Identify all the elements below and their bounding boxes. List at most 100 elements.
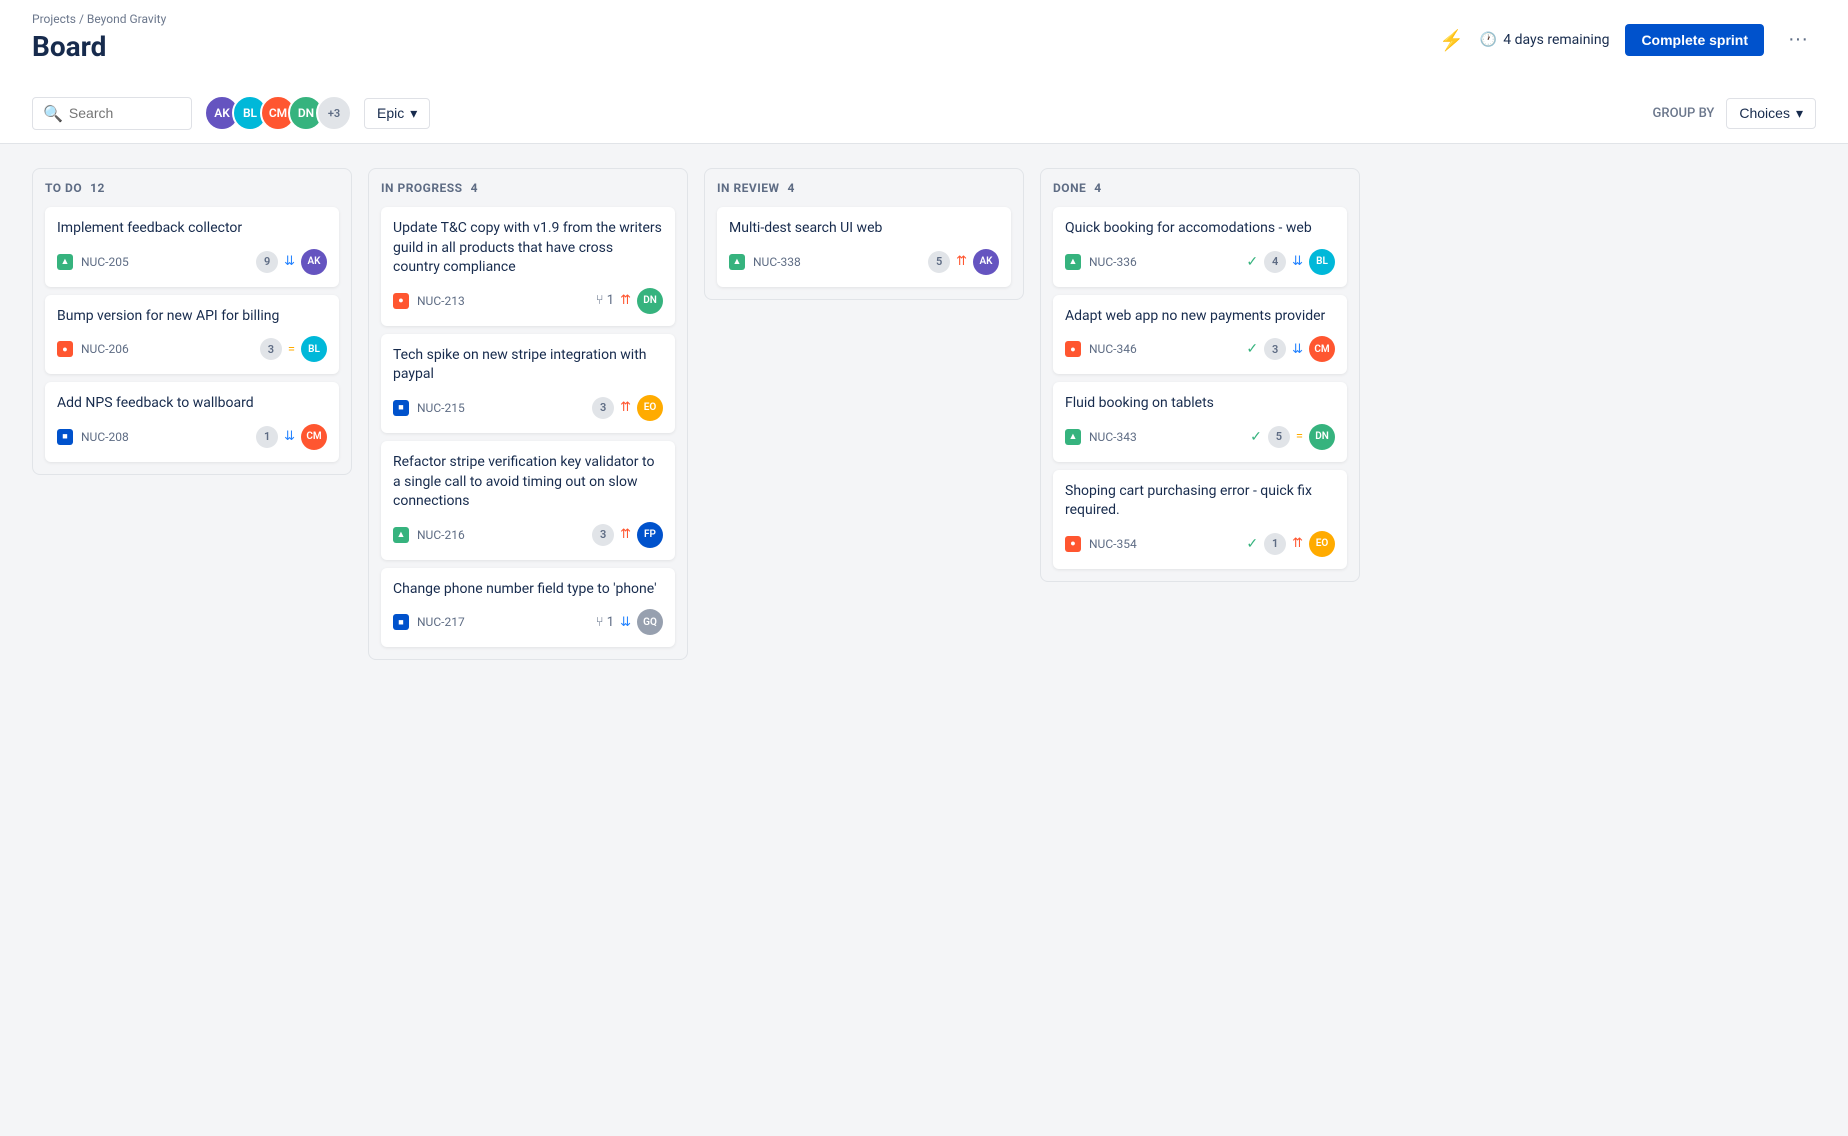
card[interactable]: Fluid booking on tablets ▲NUC-343 ✓ 5 = DN: [1053, 382, 1347, 462]
story-points: 9: [256, 251, 278, 273]
issue-id: NUC-216: [417, 528, 465, 542]
card[interactable]: Shoping cart purchasing error - quick fi…: [1053, 470, 1347, 569]
issue-type-icon: ■: [57, 429, 73, 445]
complete-sprint-button[interactable]: Complete sprint: [1625, 24, 1764, 56]
card-title: Change phone number field type to 'phone…: [393, 580, 663, 600]
priority-low-icon: ⇊: [620, 615, 631, 630]
card-meta-right: ⑂ 1⇈DN: [596, 288, 663, 314]
card-title: Quick booking for accomodations - web: [1065, 219, 1335, 239]
card[interactable]: Implement feedback collector ▲NUC-205 9⇊…: [45, 207, 339, 287]
assignee-avatar: EO: [1309, 531, 1335, 557]
column-label: TO DO: [45, 181, 82, 195]
card-meta-right: ⑂ 1⇊GQ: [596, 609, 663, 635]
issue-id: NUC-346: [1089, 342, 1137, 356]
assignee-avatar: CM: [1309, 336, 1335, 362]
card-footer: ■NUC-215 3⇈EO: [393, 395, 663, 421]
card-title: Tech spike on new stripe integration wit…: [393, 346, 663, 385]
card-meta-left: ▲ NUC-216: [393, 527, 465, 543]
epic-filter-button[interactable]: Epic ▾: [364, 98, 430, 129]
card-footer: ●NUC-206 3=BL: [57, 336, 327, 362]
column-header-done: DONE 4: [1053, 181, 1347, 195]
card-meta-left: ●NUC-354: [1065, 536, 1137, 552]
card-title: Implement feedback collector: [57, 219, 327, 239]
story-points: 1: [1264, 533, 1286, 555]
issue-id: NUC-217: [417, 615, 465, 629]
card[interactable]: Refactor stripe verification key validat…: [381, 441, 675, 560]
card-title: Add NPS feedback to wallboard: [57, 394, 327, 414]
column-count: 4: [788, 181, 795, 195]
card-footer: ▲NUC-205 9⇊AK: [57, 249, 327, 275]
assignee-avatar: BL: [1309, 249, 1335, 275]
issue-type-icon: ●: [1065, 341, 1081, 357]
column-inprogress: IN PROGRESS 4 Update T&C copy with v1.9 …: [368, 168, 688, 660]
priority-medium-icon: =: [1296, 429, 1303, 444]
avatars-group: AK BL CM DN +3: [204, 95, 352, 131]
card[interactable]: Quick booking for accomodations - web ▲N…: [1053, 207, 1347, 287]
card-meta-right: 3=BL: [260, 336, 327, 362]
card-footer: ●NUC-354 ✓ 1 ⇈ EO: [1065, 531, 1335, 557]
issue-id: NUC-208: [81, 430, 129, 444]
branch-icon: ⑂ 1: [596, 615, 614, 630]
avatar-overflow[interactable]: +3: [316, 95, 352, 131]
card-meta-right: 1⇊CM: [256, 424, 327, 450]
priority-low-icon: ⇊: [284, 429, 295, 444]
column-count: 12: [90, 181, 105, 195]
story-points: 3: [592, 397, 614, 419]
assignee-avatar: BL: [301, 336, 327, 362]
card[interactable]: Adapt web app no new payments provider ●…: [1053, 295, 1347, 375]
branch-icon: ⑂ 1: [596, 293, 614, 308]
check-icon: ✓: [1246, 341, 1258, 357]
check-icon: ✓: [1250, 429, 1262, 445]
assignee-avatar: DN: [637, 288, 663, 314]
card[interactable]: Update T&C copy with v1.9 from the write…: [381, 207, 675, 326]
card[interactable]: Tech spike on new stripe integration wit…: [381, 334, 675, 433]
search-input[interactable]: [69, 105, 181, 121]
search-box[interactable]: 🔍: [32, 97, 192, 130]
column-label: IN REVIEW: [717, 181, 780, 195]
card-meta-left: ▲NUC-343: [1065, 429, 1137, 445]
more-options-button[interactable]: ···: [1780, 24, 1816, 55]
story-points: 3: [1264, 338, 1286, 360]
column-label: IN PROGRESS: [381, 181, 463, 195]
card-footer: ■NUC-217 ⑂ 1⇊GQ: [393, 609, 663, 635]
card[interactable]: Change phone number field type to 'phone…: [381, 568, 675, 648]
card-footer: ▲NUC-338 5⇈AK: [729, 249, 999, 275]
card-footer: ●NUC-213 ⑂ 1⇈DN: [393, 288, 663, 314]
story-points: 3: [592, 524, 614, 546]
check-icon: ✓: [1246, 536, 1258, 552]
story-points: 1: [256, 426, 278, 448]
issue-id: NUC-205: [81, 255, 129, 269]
page-title: Board: [32, 30, 166, 75]
card[interactable]: Add NPS feedback to wallboard ■ NUC-208 1…: [45, 382, 339, 462]
check-icon: ✓: [1246, 254, 1258, 270]
assignee-avatar: DN: [1309, 424, 1335, 450]
issue-type-icon: ●: [393, 293, 409, 309]
priority-low-icon: ⇊: [1292, 342, 1303, 357]
card-title: Fluid booking on tablets: [1065, 394, 1335, 414]
choices-dropdown-button[interactable]: Choices ▾: [1726, 98, 1816, 129]
issue-type-icon: ●: [57, 341, 73, 357]
breadcrumb: Projects / Beyond Gravity: [32, 12, 166, 26]
card[interactable]: Bump version for new API for billing ●NU…: [45, 295, 339, 375]
card-footer: ▲NUC-216 3⇈FP: [393, 522, 663, 548]
card-meta-right: ✓ 5 = DN: [1250, 424, 1335, 450]
priority-high-icon: ⇈: [620, 400, 631, 415]
card[interactable]: Multi-dest search UI web ▲NUC-338 5⇈AK: [717, 207, 1011, 287]
chevron-down-icon: ▾: [1796, 105, 1803, 122]
story-points: 3: [260, 338, 282, 360]
issue-type-icon: ▲: [393, 527, 409, 543]
card-meta-left: ● NUC-346: [1065, 341, 1137, 357]
issue-type-icon: ▲: [1065, 254, 1081, 270]
story-points: 4: [1264, 251, 1286, 273]
priority-high-icon: ⇈: [1292, 536, 1303, 551]
issue-id: NUC-215: [417, 401, 465, 415]
column-done: DONE 4 Quick booking for accomodations -…: [1040, 168, 1360, 582]
issue-id: NUC-338: [753, 255, 801, 269]
card-footer: ▲NUC-336 ✓4⇊BL: [1065, 249, 1335, 275]
lightning-icon: ⚡: [1439, 28, 1464, 52]
story-points: 5: [1268, 426, 1290, 448]
card-meta-left: ■NUC-215: [393, 400, 465, 416]
epic-label: Epic: [377, 105, 404, 121]
column-header-todo: TO DO 12: [45, 181, 339, 195]
issue-type-icon: ■: [393, 614, 409, 630]
